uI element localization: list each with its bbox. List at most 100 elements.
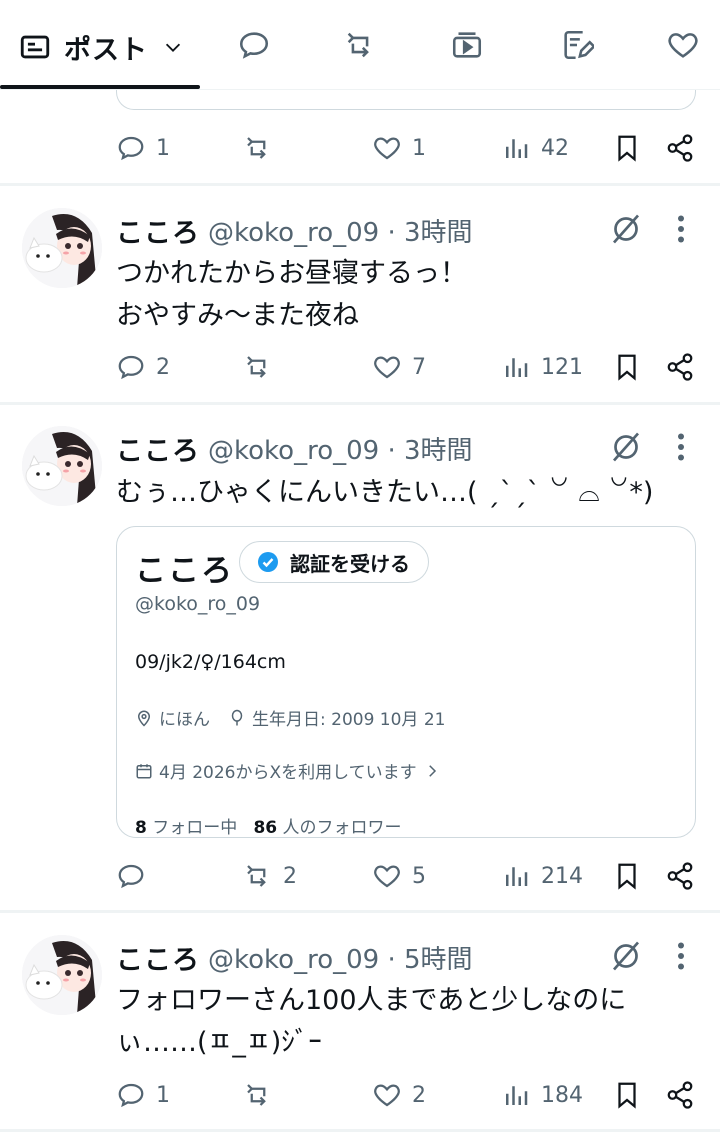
share-icon xyxy=(667,1081,693,1109)
profile-card[interactable]: こころ 認証を受ける @koko_ro_09 09/jk2/♀/164cm にほ… xyxy=(116,526,696,838)
handle-time[interactable]: @koko_ro_09 · 5時間 xyxy=(208,939,473,976)
chevron-down-icon[interactable] xyxy=(162,36,184,58)
tweet-actions: 2 7 121 xyxy=(116,347,696,387)
card-meta-row: にほん 生年月日: 2009 10月 21 xyxy=(135,705,445,730)
followers-count[interactable]: 86 xyxy=(253,818,277,838)
grok-icon[interactable] xyxy=(608,429,644,465)
more-options-icon[interactable] xyxy=(668,429,694,465)
tweet-actions: 1 1 42 xyxy=(116,128,696,168)
bookmark-button[interactable] xyxy=(612,1075,642,1115)
handle-time[interactable]: @koko_ro_09 · 3時間 xyxy=(208,430,473,467)
display-name[interactable]: こころ xyxy=(116,211,200,250)
video-icon xyxy=(452,32,482,58)
bookmark-button[interactable] xyxy=(612,347,642,387)
tweet-text: むぅ…ひゃくにんいきたい…( ˏˋˏˋ ꒡ ⌓ ꒡*) xyxy=(116,472,706,514)
followers-label[interactable]: 人のフォロワー xyxy=(283,818,402,838)
share-button[interactable] xyxy=(665,347,695,387)
get-verified-label: 認証を受ける xyxy=(290,551,410,576)
reply-button[interactable] xyxy=(116,856,156,896)
card-location: にほん xyxy=(159,710,210,730)
following-count[interactable]: 8 xyxy=(135,818,147,838)
share-button[interactable] xyxy=(665,128,695,168)
reply-count: 2 xyxy=(156,354,170,380)
tab-replies[interactable] xyxy=(234,20,274,70)
card-follow-stats: 8 フォロー中 86 人のフォロワー xyxy=(135,813,402,838)
birthday-balloon-icon xyxy=(231,709,243,725)
tab-posts[interactable]: ポスト xyxy=(18,22,188,72)
reply-count: 1 xyxy=(156,135,170,161)
share-icon xyxy=(667,353,693,381)
display-name[interactable]: こころ xyxy=(116,938,200,977)
tweet-divider xyxy=(0,910,720,913)
tweet-divider xyxy=(0,402,720,405)
tab-articles[interactable] xyxy=(557,20,597,70)
bookmark-icon xyxy=(618,354,636,381)
reply-icon xyxy=(118,1083,144,1108)
tweet-divider xyxy=(0,183,720,186)
like-button[interactable]: 2 xyxy=(372,1075,426,1115)
quoted-card-bottom[interactable] xyxy=(116,90,696,110)
tab-videos[interactable] xyxy=(447,20,487,70)
display-name[interactable]: こころ xyxy=(116,429,200,468)
like-count: 2 xyxy=(412,1082,426,1108)
tab-posts-label: ポスト xyxy=(64,34,148,66)
avatar-image xyxy=(22,208,102,288)
reply-button[interactable]: 2 xyxy=(116,347,170,387)
repost-count: 2 xyxy=(283,863,297,889)
card-joined-row[interactable]: 4月 2026からXを利用しています xyxy=(135,758,447,783)
posts-list-icon xyxy=(20,35,50,59)
bookmark-button[interactable] xyxy=(612,856,642,896)
card-bio: 09/jk2/♀/164cm xyxy=(135,651,286,673)
grok-icon[interactable] xyxy=(608,938,644,974)
active-tab-indicator xyxy=(0,85,200,89)
avatar[interactable] xyxy=(22,935,102,1015)
like-button[interactable]: 1 xyxy=(372,128,426,168)
grok-icon[interactable] xyxy=(608,211,644,247)
views-button[interactable]: 214 xyxy=(501,856,583,896)
replies-bubble-icon xyxy=(239,32,269,59)
location-pin-icon xyxy=(137,710,151,727)
get-verified-button[interactable]: 認証を受ける xyxy=(239,541,429,583)
card-birthday: 生年月日: 2009 10月 21 xyxy=(252,710,446,730)
handle-time[interactable]: @koko_ro_09 · 3時間 xyxy=(208,212,473,249)
share-icon xyxy=(667,134,693,162)
more-options-icon[interactable] xyxy=(668,938,694,974)
repost-button[interactable]: 2 xyxy=(243,856,297,896)
views-chart-icon xyxy=(506,867,528,886)
repost-icon xyxy=(347,32,369,58)
card-display-name: こころ xyxy=(135,553,234,589)
tweet-header: こころ @koko_ro_09 · 3時間 xyxy=(116,428,473,468)
repost-button[interactable] xyxy=(243,1075,283,1115)
views-button[interactable]: 42 xyxy=(501,128,569,168)
reply-button[interactable]: 1 xyxy=(116,1075,170,1115)
tweet-actions: 2 5 214 xyxy=(116,856,696,896)
view-count: 42 xyxy=(541,135,569,161)
reply-icon xyxy=(118,136,144,161)
repost-button[interactable] xyxy=(243,347,283,387)
heart-icon xyxy=(374,1084,400,1107)
like-count: 1 xyxy=(412,135,426,161)
avatar[interactable] xyxy=(22,208,102,288)
tweet-actions: 1 2 184 xyxy=(116,1075,696,1115)
share-button[interactable] xyxy=(665,856,695,896)
following-label[interactable]: フォロー中 xyxy=(152,818,237,838)
bookmark-button[interactable] xyxy=(612,128,642,168)
tab-likes[interactable] xyxy=(663,20,703,70)
like-button[interactable]: 5 xyxy=(372,856,426,896)
tweet-text-line: おやすみ〜また夜ね xyxy=(116,300,359,331)
reply-count: 1 xyxy=(156,1082,170,1108)
repost-icon xyxy=(247,137,266,159)
views-button[interactable]: 184 xyxy=(501,1075,583,1115)
tweet-text: フォロワーさん100人まであと少しなのに ぃ……(ㅍ_ㅍ)ｼﾞｰ xyxy=(116,980,706,1064)
like-button[interactable]: 7 xyxy=(372,347,426,387)
avatar[interactable] xyxy=(22,426,102,506)
reply-button[interactable]: 1 xyxy=(116,128,170,168)
avatar-image xyxy=(22,426,102,506)
tab-reposts[interactable] xyxy=(340,20,380,70)
views-chart-icon xyxy=(506,1086,528,1105)
repost-button[interactable] xyxy=(243,128,283,168)
more-options-icon[interactable] xyxy=(668,211,694,247)
views-button[interactable]: 121 xyxy=(501,347,583,387)
share-button[interactable] xyxy=(665,1075,695,1115)
tweet-text-line: ぃ……(ㅍ_ㅍ)ｼﾞｰ xyxy=(116,1027,322,1058)
